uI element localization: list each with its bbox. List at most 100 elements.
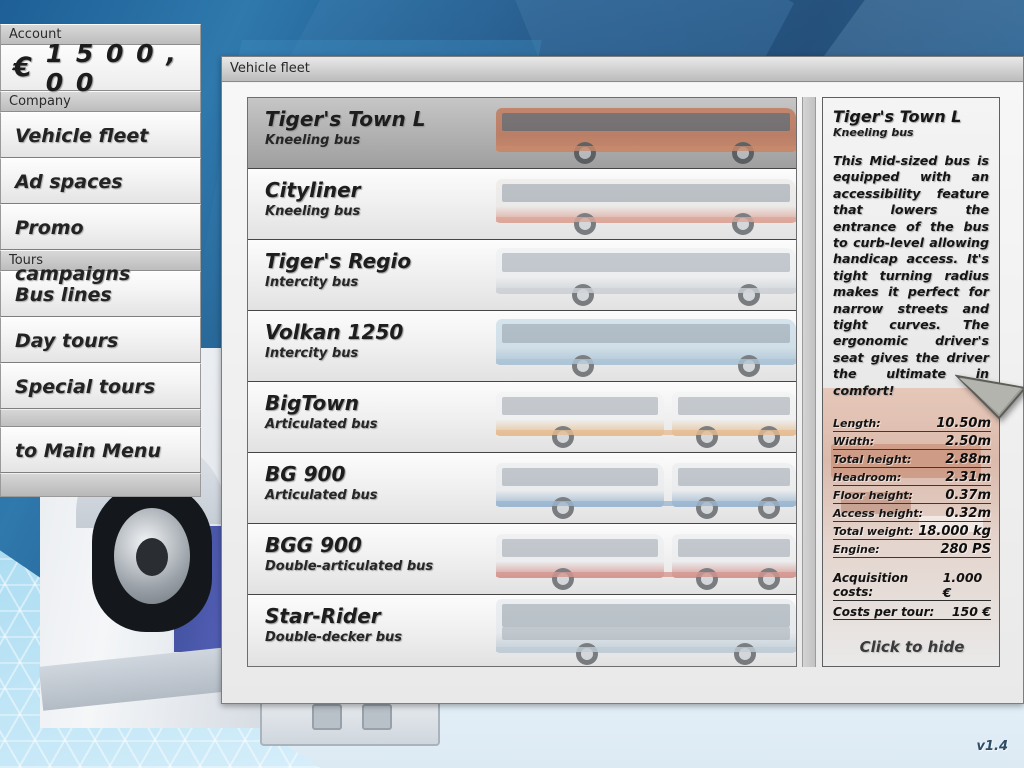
fleet-row-type: Kneeling bus bbox=[265, 133, 361, 148]
spec-value: 18.000 kg bbox=[918, 524, 991, 539]
fleet-row-type: Intercity bus bbox=[265, 275, 359, 290]
thumb-window-band bbox=[502, 397, 658, 415]
sidebar-item-vehicle-fleet[interactable]: Vehicle fleet bbox=[0, 112, 201, 158]
spec-key: Access height: bbox=[833, 507, 924, 520]
thumb-window-band-upper bbox=[502, 627, 790, 640]
sidebar-endcap bbox=[0, 473, 201, 497]
spec-value: 10.50m bbox=[936, 416, 991, 431]
cost-value: 1.000 € bbox=[942, 570, 983, 600]
cost-row: Acquisition costs: 1.000 € bbox=[833, 570, 991, 601]
vehicle-info-description: This Mid-sized bus is equipped with an a… bbox=[833, 153, 989, 398]
fleet-row-type: Double-decker bus bbox=[265, 630, 403, 645]
fleet-row-labels: Volkan 1250 Intercity bus bbox=[265, 319, 403, 362]
vehicle-info-panel[interactable]: Tiger's Town L Kneeling bus This Mid-siz… bbox=[822, 97, 1000, 667]
spec-value: 2.88m bbox=[945, 452, 991, 467]
spec-key: Headroom: bbox=[833, 471, 902, 484]
spec-key: Length: bbox=[833, 417, 881, 430]
thumb-stripe bbox=[496, 572, 796, 577]
vehicle-spec-table: Length: 10.50m Width: 2.50m Total height: 2.8… bbox=[833, 416, 991, 560]
fleet-row-labels: Tiger's Regio Intercity bus bbox=[265, 248, 411, 291]
spec-key: Floor height: bbox=[833, 489, 914, 502]
fleet-row[interactable]: Cityliner Kneeling bus bbox=[248, 169, 796, 240]
cost-key: Costs per tour: bbox=[833, 605, 935, 619]
fleet-row[interactable]: Tiger's Town L Kneeling bus bbox=[248, 98, 796, 169]
fleet-row-labels: BG 900 Articulated bus bbox=[265, 461, 378, 504]
fleet-row-type: Kneeling bus bbox=[265, 204, 361, 219]
fleet-list[interactable]: Tiger's Town L Kneeling bus Cityliner Kneel… bbox=[247, 97, 797, 667]
spec-row: Headroom: 2.31m bbox=[833, 470, 991, 486]
spec-row: Width: 2.50m bbox=[833, 434, 991, 450]
fleet-row-labels: Cityliner Kneeling bus bbox=[265, 177, 361, 220]
sidebar-item-ad-spaces[interactable]: Ad spaces bbox=[0, 158, 201, 204]
version-label: v1.4 bbox=[976, 739, 1008, 754]
vehicle-thumbnail bbox=[496, 311, 796, 381]
vehicle-fleet-window: Vehicle fleet Tiger's Town L Kneeling bus… bbox=[221, 56, 1024, 704]
vehicle-cost-table: Acquisition costs: 1.000 € Costs per tour:… bbox=[833, 570, 991, 623]
fleet-row-name: BGG 900 bbox=[265, 533, 362, 557]
vent-left-icon bbox=[312, 704, 342, 730]
sidebar-item-bus-lines[interactable]: Bus lines bbox=[0, 271, 201, 317]
currency-symbol-icon: € bbox=[13, 52, 32, 83]
vehicle-thumbnail bbox=[496, 595, 796, 666]
sidebar-item-promo-campaigns[interactable]: Promo campaigns bbox=[0, 204, 201, 285]
thumb-window-band bbox=[502, 468, 658, 486]
sidebar-item-to-main-menu[interactable]: to Main Menu bbox=[0, 427, 201, 473]
spec-row: Access height: 0.32m bbox=[833, 506, 991, 522]
sidebar-item-day-tours[interactable]: Day tours bbox=[0, 317, 201, 363]
fleet-row-name: Volkan 1250 bbox=[265, 320, 404, 344]
spec-key: Total height: bbox=[833, 453, 912, 466]
spec-value: 2.50m bbox=[945, 434, 991, 449]
vehicle-thumbnail bbox=[496, 169, 796, 239]
fleet-row-labels: BigTown Articulated bus bbox=[265, 390, 378, 433]
thumb-window-band bbox=[502, 539, 658, 557]
thumb-stripe bbox=[496, 501, 796, 506]
fleet-row-labels: Tiger's Town L Kneeling bus bbox=[265, 106, 425, 149]
fleet-row[interactable]: BG 900 Articulated bus bbox=[248, 453, 796, 524]
fleet-row-name: BigTown bbox=[265, 391, 359, 415]
thumb-window-band bbox=[678, 397, 790, 415]
spec-key: Width: bbox=[833, 435, 875, 448]
vehicle-thumbnail bbox=[496, 98, 796, 168]
fleet-row-name: Cityliner bbox=[265, 178, 361, 202]
fleet-row-name: Tiger's Regio bbox=[265, 249, 412, 273]
spec-key: Total weight: bbox=[833, 525, 914, 538]
spec-row: Length: 10.50m bbox=[833, 416, 991, 432]
fleet-row-type: Intercity bus bbox=[265, 346, 359, 361]
vehicle-info-subtitle: Kneeling bus bbox=[833, 126, 914, 139]
click-to-hide-button[interactable]: Click to hide bbox=[823, 638, 999, 656]
cost-row: Costs per tour: 150 € bbox=[833, 604, 991, 620]
vehicle-thumbnail bbox=[496, 382, 796, 452]
spec-row: Total height: 2.88m bbox=[833, 452, 991, 468]
spec-value: 0.32m bbox=[945, 506, 991, 521]
thumb-stripe bbox=[496, 146, 796, 151]
thumb-stripe bbox=[496, 430, 796, 435]
fleet-row[interactable]: BigTown Articulated bus bbox=[248, 382, 796, 453]
spec-row: Floor height: 0.37m bbox=[833, 488, 991, 504]
thumb-window-band bbox=[678, 539, 790, 557]
thumb-window-band bbox=[502, 604, 790, 627]
spec-value: 280 PS bbox=[940, 542, 991, 557]
sidebar-item-special-tours[interactable]: Special tours bbox=[0, 363, 201, 409]
thumb-window-band bbox=[502, 184, 790, 202]
sidebar-divider bbox=[0, 409, 201, 427]
fleet-row-labels: Star-Rider Double-decker bus bbox=[265, 603, 402, 646]
thumb-stripe bbox=[496, 647, 796, 652]
fleet-row[interactable]: Star-Rider Double-decker bus bbox=[248, 595, 796, 666]
fleet-list-scrollbar[interactable] bbox=[802, 97, 816, 667]
thumb-stripe bbox=[496, 359, 796, 364]
window-body: Tiger's Town L Kneeling bus Cityliner Kneel… bbox=[222, 83, 1023, 703]
account-balance-value: 1 5 0 0 , 0 0 bbox=[45, 38, 178, 97]
fleet-row[interactable]: BGG 900 Double-articulated bus bbox=[248, 524, 796, 595]
vehicle-thumbnail bbox=[496, 453, 796, 523]
vehicle-thumbnail bbox=[496, 524, 796, 594]
thumb-stripe bbox=[496, 288, 796, 293]
fleet-row[interactable]: Tiger's Regio Intercity bus bbox=[248, 240, 796, 311]
thumb-window-band bbox=[502, 113, 790, 131]
fleet-row-name: BG 900 bbox=[265, 462, 346, 486]
fleet-row-labels: BGG 900 Double-articulated bus bbox=[265, 532, 433, 575]
sidebar: Account € 1 5 0 0 , 0 0 Company Vehicle … bbox=[0, 24, 201, 497]
account-balance: € 1 5 0 0 , 0 0 bbox=[0, 39, 201, 97]
fleet-row-type: Double-articulated bus bbox=[265, 559, 434, 574]
spec-key: Engine: bbox=[833, 543, 880, 556]
fleet-row[interactable]: Volkan 1250 Intercity bus bbox=[248, 311, 796, 382]
